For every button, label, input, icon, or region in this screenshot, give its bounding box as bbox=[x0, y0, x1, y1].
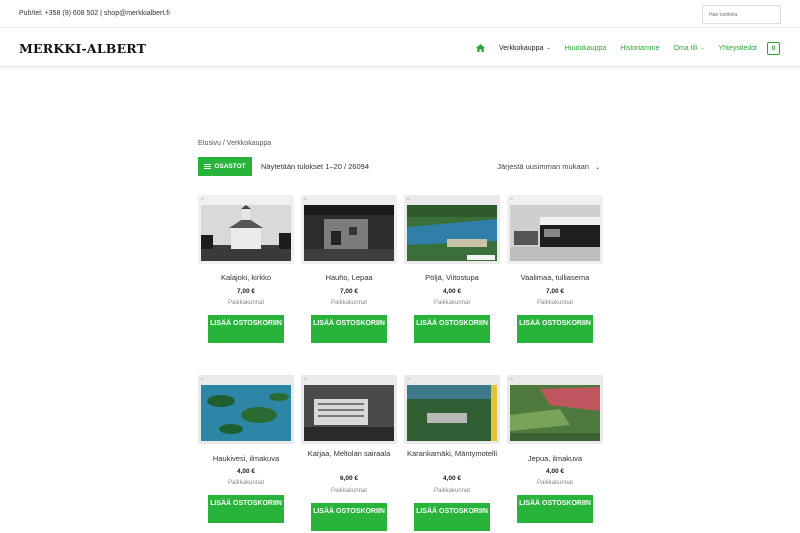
product-image[interactable]: ▭ bbox=[198, 375, 294, 444]
postcard-tag-icon: ▭ bbox=[201, 197, 204, 201]
product-image[interactable]: ▭ bbox=[507, 195, 603, 264]
product-title[interactable]: Pöljä, Viitostupa bbox=[404, 273, 500, 283]
postcard-tag-icon: ▭ bbox=[304, 377, 307, 381]
cart-icon[interactable]: 0 bbox=[767, 41, 780, 55]
result-count: Näytetään tulokset 1–20 / 26094 bbox=[261, 162, 369, 171]
postcard-tag-icon: ▭ bbox=[407, 377, 410, 381]
product-image[interactable]: ▭ bbox=[404, 375, 500, 444]
product-price: 4,00 € bbox=[442, 288, 462, 295]
add-to-cart-button[interactable]: LISÄÄ OSTOSKORIIN bbox=[208, 315, 284, 343]
motel-photo bbox=[407, 385, 497, 441]
postcard-tag-icon: ▭ bbox=[510, 197, 513, 201]
product-title[interactable]: Vaalimaa, tulliasema bbox=[507, 273, 603, 283]
product-category[interactable]: Paikkakunnat bbox=[301, 488, 397, 494]
islands-aerial-photo bbox=[201, 385, 291, 441]
sort-dropdown[interactable]: Järjestä uusimman mukaan ⌄ bbox=[497, 162, 600, 171]
categories-label: OSASTOT bbox=[214, 163, 246, 170]
nav-verkkokauppa[interactable]: Verkkokauppa ⌄ bbox=[499, 45, 551, 52]
product-price: 4,00 € bbox=[236, 468, 256, 475]
product-title[interactable]: Jepua, ilmakuva bbox=[507, 454, 603, 464]
product-price: 4,00 € bbox=[545, 468, 565, 475]
nav-yhteystiedot[interactable]: Yhteystiedot bbox=[718, 45, 757, 52]
add-to-cart-button[interactable]: LISÄÄ OSTOSKORIIN bbox=[208, 495, 284, 523]
postcard-tag-icon: ▭ bbox=[510, 377, 513, 381]
nav-huutokauppa[interactable]: Huutokauppa bbox=[565, 45, 607, 52]
product-category[interactable]: Paikkakunnat bbox=[404, 488, 500, 494]
add-to-cart-button[interactable]: LISÄÄ OSTOSKORIIN bbox=[414, 503, 490, 531]
add-to-cart-button[interactable]: LISÄÄ OSTOSKORIIN bbox=[517, 495, 593, 523]
nav-historiamme[interactable]: Historiamme bbox=[620, 45, 659, 52]
add-to-cart-button[interactable]: LISÄÄ OSTOSKORIIN bbox=[311, 503, 387, 531]
breadcrumb[interactable]: Etusivu / Verkkokauppa bbox=[198, 140, 271, 147]
site-header: MERKKI-ALBERT Verkkokauppa ⌄ Huutokauppa … bbox=[0, 29, 800, 67]
product-category[interactable]: Paikkakunnat bbox=[507, 300, 603, 306]
product-title[interactable]: Karjaa, Meltolan sairaala bbox=[301, 449, 397, 459]
product-title[interactable]: Hauho, Lepaa bbox=[301, 273, 397, 283]
postcard-tag-icon: ▭ bbox=[407, 197, 410, 201]
hospital-photo bbox=[304, 385, 394, 441]
product-category[interactable]: Paikkakunnat bbox=[507, 480, 603, 486]
product-title[interactable]: Karankamäki, Mäntymotelli bbox=[404, 449, 500, 459]
chevron-down-icon: ⌄ bbox=[594, 165, 600, 171]
add-to-cart-button[interactable]: LISÄÄ OSTOSKORIIN bbox=[414, 315, 490, 343]
product-price: 7,00 € bbox=[236, 288, 256, 295]
product-image[interactable]: ▭ bbox=[507, 375, 603, 444]
product-price: 7,00 € bbox=[545, 288, 565, 295]
add-to-cart-button[interactable]: LISÄÄ OSTOSKORIIN bbox=[311, 315, 387, 343]
top-bar: Puh/tel: +358 (9) 608 502 | shop@merkkia… bbox=[0, 0, 800, 28]
product-title[interactable]: Kalajoki, kirkko bbox=[198, 273, 294, 283]
search-input[interactable] bbox=[702, 5, 781, 24]
product-price: 4,00 € bbox=[442, 475, 462, 482]
product-image[interactable]: ▭ bbox=[301, 195, 397, 264]
product-image[interactable]: ▭ bbox=[198, 195, 294, 264]
product-image[interactable]: ▭ bbox=[301, 375, 397, 444]
product-category[interactable]: Paikkakunnat bbox=[404, 300, 500, 306]
nav-label: Oma tili bbox=[673, 44, 698, 52]
sort-label: Järjestä uusimman mukaan bbox=[497, 162, 589, 171]
nav-label: Verkkokauppa bbox=[499, 44, 544, 52]
menu-icon bbox=[204, 163, 212, 170]
contact-info: Puh/tel: +358 (9) 608 502 | shop@merkkia… bbox=[19, 10, 170, 17]
nav-oma-tili[interactable]: Oma tili ⌄ bbox=[674, 45, 705, 52]
lake-aerial-photo bbox=[407, 205, 497, 261]
product-image[interactable]: ▭ bbox=[404, 195, 500, 264]
chevron-down-icon: ⌄ bbox=[546, 44, 551, 51]
main-nav: Verkkokauppa ⌄ Huutokauppa Historiamme Om… bbox=[462, 37, 780, 59]
home-icon[interactable] bbox=[476, 44, 485, 52]
chevron-down-icon: ⌄ bbox=[700, 44, 705, 51]
product-price: 6,00 € bbox=[339, 475, 359, 482]
product-title[interactable]: Haukivesi, ilmakuva bbox=[198, 454, 294, 464]
product-price: 7,00 € bbox=[339, 288, 359, 295]
product-category[interactable]: Paikkakunnat bbox=[301, 300, 397, 306]
site-logo[interactable]: MERKKI-ALBERT bbox=[19, 41, 146, 56]
church-photo bbox=[201, 205, 291, 261]
postcard-tag-icon: ▭ bbox=[201, 377, 204, 381]
product-category[interactable]: Paikkakunnat bbox=[198, 300, 294, 306]
postcard-tag-icon: ▭ bbox=[304, 197, 307, 201]
add-to-cart-button[interactable]: LISÄÄ OSTOSKORIIN bbox=[517, 315, 593, 343]
fields-aerial-photo bbox=[510, 385, 600, 441]
customs-station-photo bbox=[510, 205, 600, 261]
manor-photo bbox=[304, 205, 394, 261]
categories-button[interactable]: OSASTOT bbox=[198, 157, 252, 176]
product-category[interactable]: Paikkakunnat bbox=[198, 480, 294, 486]
